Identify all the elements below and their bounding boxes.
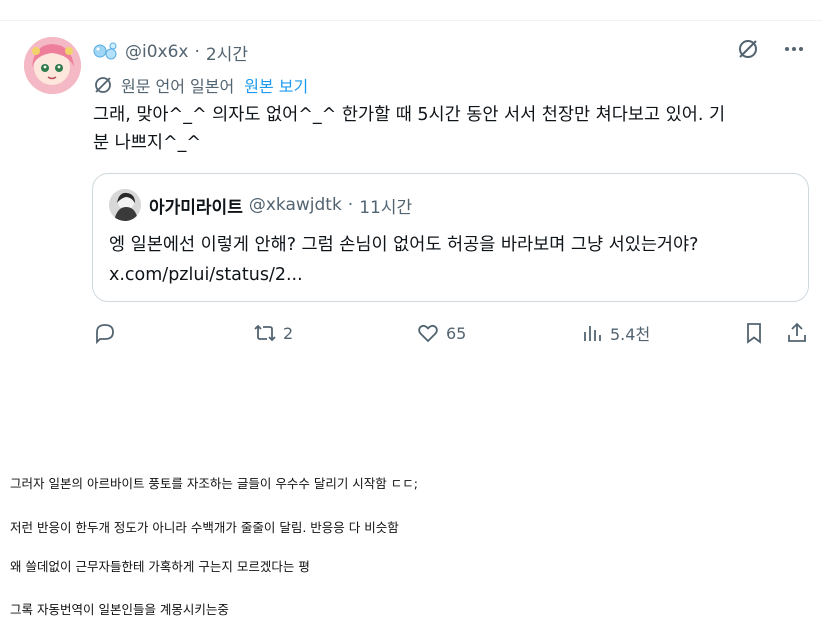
bookmark-icon	[747, 323, 761, 344]
share-icon	[788, 322, 806, 342]
quoted-text-line: 엥 일본에선 이렇게 안해? 그럼 손님이 없어도 허공을 바라보며 그냥 서있…	[109, 235, 699, 255]
quoted-tweet[interactable]: 아가미라이트 @xkawjdtk · 11시간 엥 일본에선 이렇게 안해? 그…	[92, 173, 809, 302]
caption-line: 그러자 일본의 아르바이트 풍토를 자조하는 글들이 우수수 달리기 시작함 ㄷ…	[10, 476, 418, 491]
tweet[interactable]: @i0x6x · 2시간 원문 언어 일본어 원본 보기 그래, 맞아^_^ 의…	[0, 21, 822, 361]
retweet-icon	[254, 324, 276, 342]
avatar[interactable]	[24, 37, 81, 94]
caption-line: 그록 자동번역이 일본인들을 계몽시키는중	[10, 602, 229, 617]
retweet-button[interactable]: 2	[253, 318, 293, 348]
quoted-author-name[interactable]: 아가미라이트	[149, 193, 243, 218]
retweet-count: 2	[283, 323, 294, 343]
like-count: 65	[446, 323, 467, 343]
views-button[interactable]: 5.4천	[580, 318, 650, 348]
caption-line: 왜 쓸데없이 근무자들한테 가혹하게 구는지 모르겠다는 평	[10, 559, 310, 574]
tweet-top-actions	[736, 37, 806, 61]
heart-icon	[418, 324, 438, 343]
tweet-text: 그래, 맞아^_^ 의자도 없어^_^ 한가할 때 5시간 동안 서서 천장만 …	[93, 105, 726, 153]
tweet-header: @i0x6x · 2시간	[93, 40, 248, 65]
quoted-link[interactable]: x.com/pzlui/status/2...	[109, 260, 799, 290]
tweet-time[interactable]: 2시간	[206, 40, 248, 65]
separator: ·	[347, 195, 354, 215]
translation-label: 원문 언어 일본어	[121, 77, 235, 96]
reply-icon	[96, 324, 114, 345]
quoted-author-handle[interactable]: @xkawjdtk	[249, 195, 342, 215]
share-button[interactable]	[785, 318, 815, 348]
caption-line: 저런 반응이 한두개 정도가 아니라 수백개가 줄줄이 달림. 반응응 다 비슷…	[10, 520, 399, 535]
reply-button[interactable]	[93, 318, 123, 348]
translation-notice: 원문 언어 일본어 원본 보기	[93, 73, 308, 97]
more-icon[interactable]	[782, 37, 806, 61]
quoted-tweet-time[interactable]: 11시간	[359, 193, 412, 218]
tweet-actions: 2 65 5.4천	[93, 318, 809, 348]
bubbles-icon	[93, 42, 119, 62]
quoted-avatar[interactable]	[109, 189, 141, 221]
bookmark-button[interactable]	[742, 318, 772, 348]
author-handle[interactable]: @i0x6x	[125, 42, 188, 62]
show-original-link[interactable]: 원본 보기	[244, 73, 308, 97]
like-button[interactable]: 65	[416, 318, 466, 348]
view-count: 5.4천	[610, 325, 651, 344]
quoted-tweet-header: 아가미라이트 @xkawjdtk · 11시간	[109, 189, 412, 221]
quoted-tweet-text: 엥 일본에선 이렇게 안해? 그럼 손님이 없어도 허공을 바라보며 그냥 서있…	[109, 230, 799, 290]
translate-off-icon[interactable]	[736, 37, 760, 61]
separator: ·	[194, 42, 200, 62]
views-icon	[584, 326, 601, 341]
translate-icon	[93, 75, 113, 95]
